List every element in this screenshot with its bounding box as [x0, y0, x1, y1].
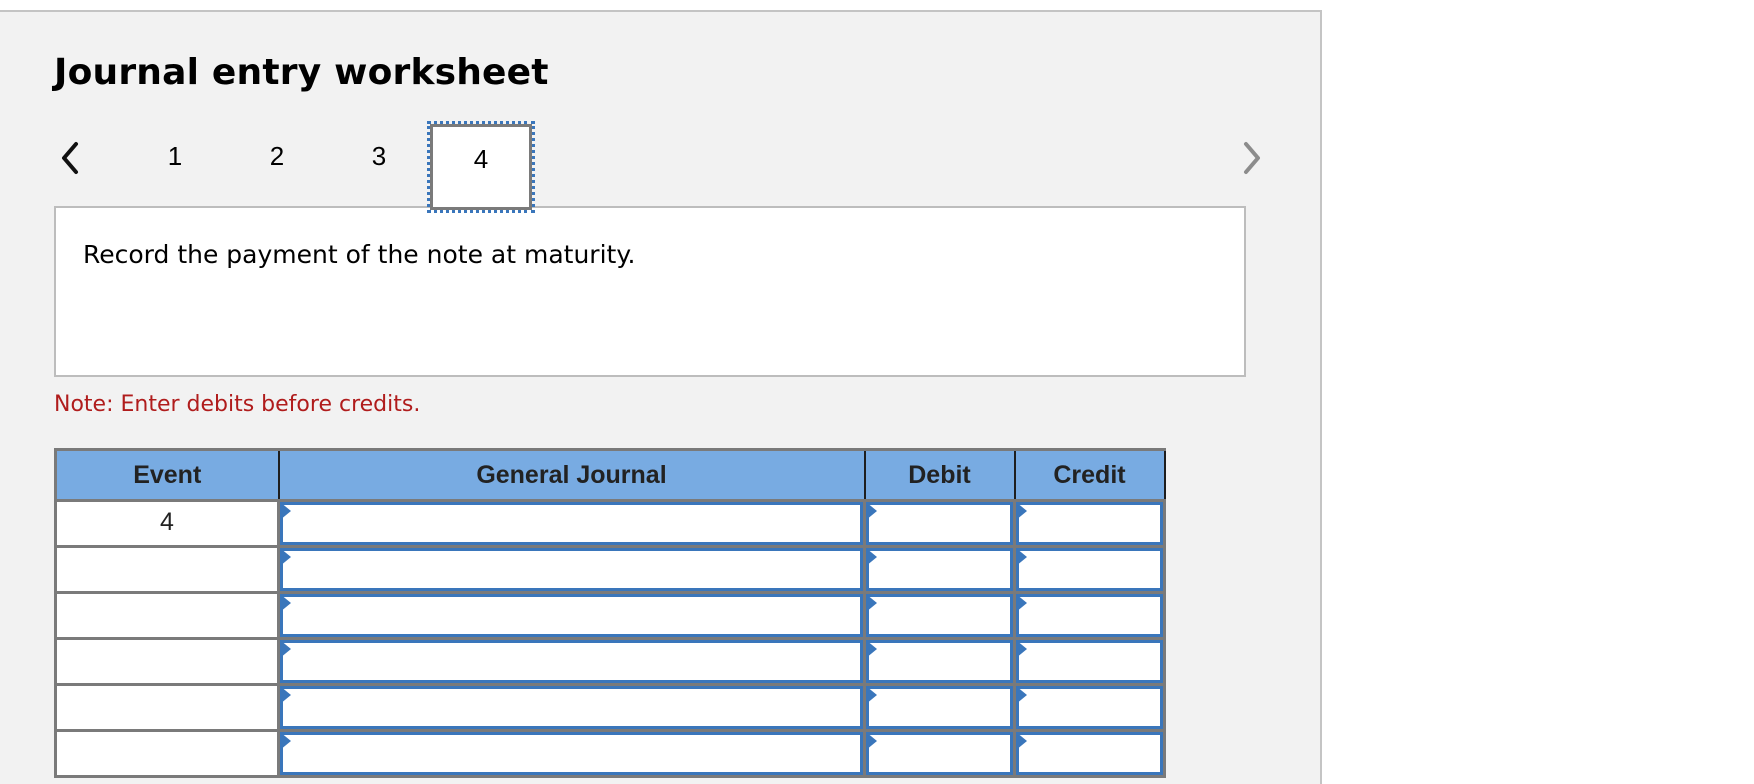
cell-marker-icon — [280, 686, 291, 704]
credit-cell — [1013, 729, 1166, 778]
cell-marker-icon — [280, 502, 291, 520]
note-text: Note: Enter debits before credits. — [54, 392, 421, 417]
worksheet-title: Journal entry worksheet — [54, 52, 549, 93]
credit-cell — [1013, 545, 1166, 594]
event-cell — [54, 545, 280, 594]
general-journal-table: Event General Journal Debit Credit 4 — [54, 448, 1166, 778]
credit-cell — [1013, 637, 1166, 686]
tab-entry-3[interactable]: 3 — [328, 124, 430, 208]
debit-cell — [863, 499, 1016, 548]
chevron-right-icon — [1244, 142, 1260, 174]
account-cell — [277, 499, 866, 548]
debit-cell — [863, 591, 1016, 640]
credit-input[interactable] — [1016, 594, 1163, 637]
account-select[interactable] — [280, 594, 863, 637]
event-cell — [54, 729, 280, 778]
tab-entry-4[interactable]: 4 — [427, 121, 535, 213]
credit-cell — [1013, 499, 1166, 548]
credit-cell — [1013, 683, 1166, 732]
account-select[interactable] — [280, 502, 863, 545]
account-select[interactable] — [280, 686, 863, 729]
tab-label: 2 — [269, 141, 285, 171]
credit-cell — [1013, 591, 1166, 640]
event-cell — [54, 637, 280, 686]
journal-entry-worksheet-panel: Journal entry worksheet 1 2 3 4 Record t… — [0, 10, 1322, 784]
credit-input[interactable] — [1016, 686, 1163, 729]
table-header-row: Event General Journal Debit Credit — [54, 448, 1166, 502]
debit-input[interactable] — [866, 732, 1013, 775]
account-cell — [277, 591, 866, 640]
cell-marker-icon — [280, 732, 291, 750]
credit-input[interactable] — [1016, 640, 1163, 683]
cell-marker-icon — [1016, 594, 1027, 612]
column-header-event: Event — [54, 448, 280, 502]
credit-input[interactable] — [1016, 732, 1163, 775]
debit-cell — [863, 683, 1016, 732]
prompt-box: Record the payment of the note at maturi… — [54, 206, 1246, 377]
tab-label: 4 — [473, 144, 489, 174]
previous-entry-button[interactable] — [56, 138, 86, 178]
event-cell — [54, 683, 280, 732]
table-row — [54, 545, 1166, 594]
tab-label: 1 — [167, 141, 183, 171]
cell-marker-icon — [866, 640, 877, 658]
cell-marker-icon — [866, 732, 877, 750]
cell-marker-icon — [866, 686, 877, 704]
debit-cell — [863, 545, 1016, 594]
table-row — [54, 637, 1166, 686]
table-row — [54, 683, 1166, 732]
cell-marker-icon — [866, 502, 877, 520]
debit-input[interactable] — [866, 640, 1013, 683]
debit-cell — [863, 729, 1016, 778]
tab-entry-1[interactable]: 1 — [124, 124, 226, 208]
credit-input[interactable] — [1016, 548, 1163, 591]
cell-marker-icon — [1016, 548, 1027, 566]
cell-marker-icon — [280, 640, 291, 658]
debit-input[interactable] — [866, 548, 1013, 591]
cell-marker-icon — [1016, 502, 1027, 520]
cell-marker-icon — [866, 594, 877, 612]
column-header-credit: Credit — [1013, 448, 1166, 502]
debit-cell — [863, 637, 1016, 686]
table-row: 4 — [54, 499, 1166, 548]
cell-marker-icon — [1016, 732, 1027, 750]
account-cell — [277, 683, 866, 732]
tab-entry-2[interactable]: 2 — [226, 124, 328, 208]
debit-input[interactable] — [866, 594, 1013, 637]
chevron-left-icon — [62, 142, 78, 174]
table-row — [54, 591, 1166, 640]
account-cell — [277, 729, 866, 778]
tab-label: 3 — [371, 141, 387, 171]
account-cell — [277, 545, 866, 594]
column-header-debit: Debit — [863, 448, 1016, 502]
account-cell — [277, 637, 866, 686]
event-cell: 4 — [54, 499, 280, 548]
debit-input[interactable] — [866, 502, 1013, 545]
account-select[interactable] — [280, 548, 863, 591]
account-select[interactable] — [280, 640, 863, 683]
table-row — [54, 729, 1166, 778]
debit-input[interactable] — [866, 686, 1013, 729]
prompt-text: Record the payment of the note at maturi… — [83, 240, 636, 269]
cell-marker-icon — [280, 548, 291, 566]
credit-input[interactable] — [1016, 502, 1163, 545]
next-entry-button[interactable] — [1236, 138, 1266, 178]
column-header-general-journal: General Journal — [277, 448, 866, 502]
cell-marker-icon — [866, 548, 877, 566]
cell-marker-icon — [1016, 640, 1027, 658]
account-select[interactable] — [280, 732, 863, 775]
cell-marker-icon — [280, 594, 291, 612]
cell-marker-icon — [1016, 686, 1027, 704]
event-cell — [54, 591, 280, 640]
